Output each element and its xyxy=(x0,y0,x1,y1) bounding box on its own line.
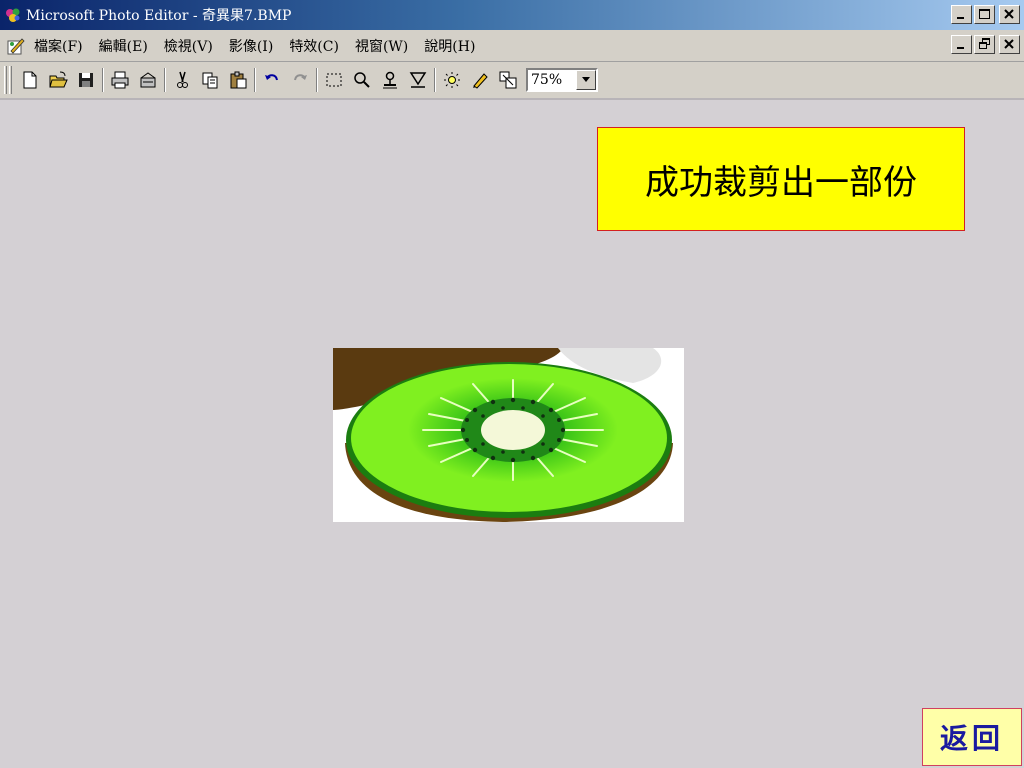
new-file-icon xyxy=(23,71,37,89)
window-title: Microsoft Photo Editor - 奇異果7.BMP xyxy=(26,8,292,24)
dropdown-arrow-icon xyxy=(582,77,590,82)
scanner-icon xyxy=(140,72,156,88)
pen-icon xyxy=(473,73,488,89)
marquee-select-icon xyxy=(326,73,342,87)
menu-image[interactable]: 影像(I) xyxy=(229,36,273,56)
print-button[interactable] xyxy=(108,68,132,92)
menu-bar: 檔案(F) 編輯(E) 檢視(V) 影像(I) 特效(C) 視窗(W) 說明(H… xyxy=(0,30,1024,62)
toolbar: 75% xyxy=(0,62,1024,100)
zoom-dropdown[interactable]: 75% xyxy=(526,68,598,92)
save-disk-icon xyxy=(79,73,93,87)
scissors-icon xyxy=(177,71,188,88)
cut-button[interactable] xyxy=(170,68,194,92)
zoom-dropdown-arrow[interactable] xyxy=(576,70,596,90)
photo-editor-app-icon[interactable] xyxy=(4,6,22,24)
maximize-button[interactable] xyxy=(974,5,995,24)
stamp-button[interactable] xyxy=(378,68,402,92)
minimize-button[interactable] xyxy=(951,5,972,24)
select-button[interactable] xyxy=(322,68,346,92)
minimize-icon xyxy=(957,17,964,19)
redo-icon xyxy=(294,74,307,81)
printer-icon xyxy=(111,71,129,89)
menu-file[interactable]: 檔案(F) xyxy=(34,36,83,56)
kiwi-illustration xyxy=(333,348,684,522)
menu-window[interactable]: 視窗(W) xyxy=(355,36,408,56)
toolbar-separator xyxy=(102,68,104,92)
toolbar-separator xyxy=(164,68,166,92)
doc-close-button[interactable] xyxy=(999,35,1020,54)
magnifier-icon xyxy=(354,72,370,88)
restore-icon xyxy=(979,38,990,49)
close-icon xyxy=(1004,39,1014,49)
funnel-icon xyxy=(409,72,427,88)
toolbar-separator xyxy=(254,68,256,92)
window-controls xyxy=(949,5,1020,24)
smudge-button[interactable] xyxy=(406,68,430,92)
touchup-button[interactable] xyxy=(468,68,492,92)
open-folder-icon xyxy=(49,71,68,88)
document-pen-icon[interactable] xyxy=(6,36,26,56)
resize-icon xyxy=(499,71,517,89)
brightness-button[interactable] xyxy=(440,68,464,92)
title-bar[interactable]: Microsoft Photo Editor - 奇異果7.BMP xyxy=(0,0,1024,30)
paste-clipboard-icon xyxy=(230,71,247,89)
cropped-kiwi-image[interactable] xyxy=(333,348,684,522)
sun-icon xyxy=(444,72,460,88)
paste-button[interactable] xyxy=(226,68,250,92)
copy-button[interactable] xyxy=(198,68,222,92)
undo-button[interactable] xyxy=(260,68,284,92)
menu-help[interactable]: 說明(H) xyxy=(424,36,475,56)
menu-edit[interactable]: 編輯(E) xyxy=(99,36,148,56)
doc-minimize-button[interactable] xyxy=(951,35,972,54)
toolbar-separator xyxy=(316,68,318,92)
scan-button[interactable] xyxy=(136,68,160,92)
toolbar-grip[interactable] xyxy=(9,66,12,94)
stamp-icon xyxy=(383,71,397,89)
menu-view[interactable]: 檢視(V) xyxy=(164,36,213,56)
maximize-icon xyxy=(979,9,990,19)
redo-button[interactable] xyxy=(288,68,312,92)
annotation-callout: 成功裁剪出一部份 xyxy=(597,127,965,231)
zoom-value[interactable]: 75% xyxy=(528,70,576,90)
resample-button[interactable] xyxy=(496,68,520,92)
close-button[interactable] xyxy=(999,5,1020,24)
copy-icon xyxy=(202,72,218,89)
document-window-controls xyxy=(949,35,1020,54)
toolbar-grip[interactable] xyxy=(4,66,7,94)
open-button[interactable] xyxy=(46,68,70,92)
back-button[interactable]: 返回 xyxy=(922,708,1022,766)
minimize-icon xyxy=(957,47,964,49)
save-button[interactable] xyxy=(74,68,98,92)
menu-effects[interactable]: 特效(C) xyxy=(289,36,339,56)
new-button[interactable] xyxy=(18,68,42,92)
toolbar-separator xyxy=(434,68,436,92)
close-icon xyxy=(1004,9,1014,19)
undo-icon xyxy=(265,74,278,81)
doc-restore-button[interactable] xyxy=(974,35,995,54)
zoom-button[interactable] xyxy=(350,68,374,92)
